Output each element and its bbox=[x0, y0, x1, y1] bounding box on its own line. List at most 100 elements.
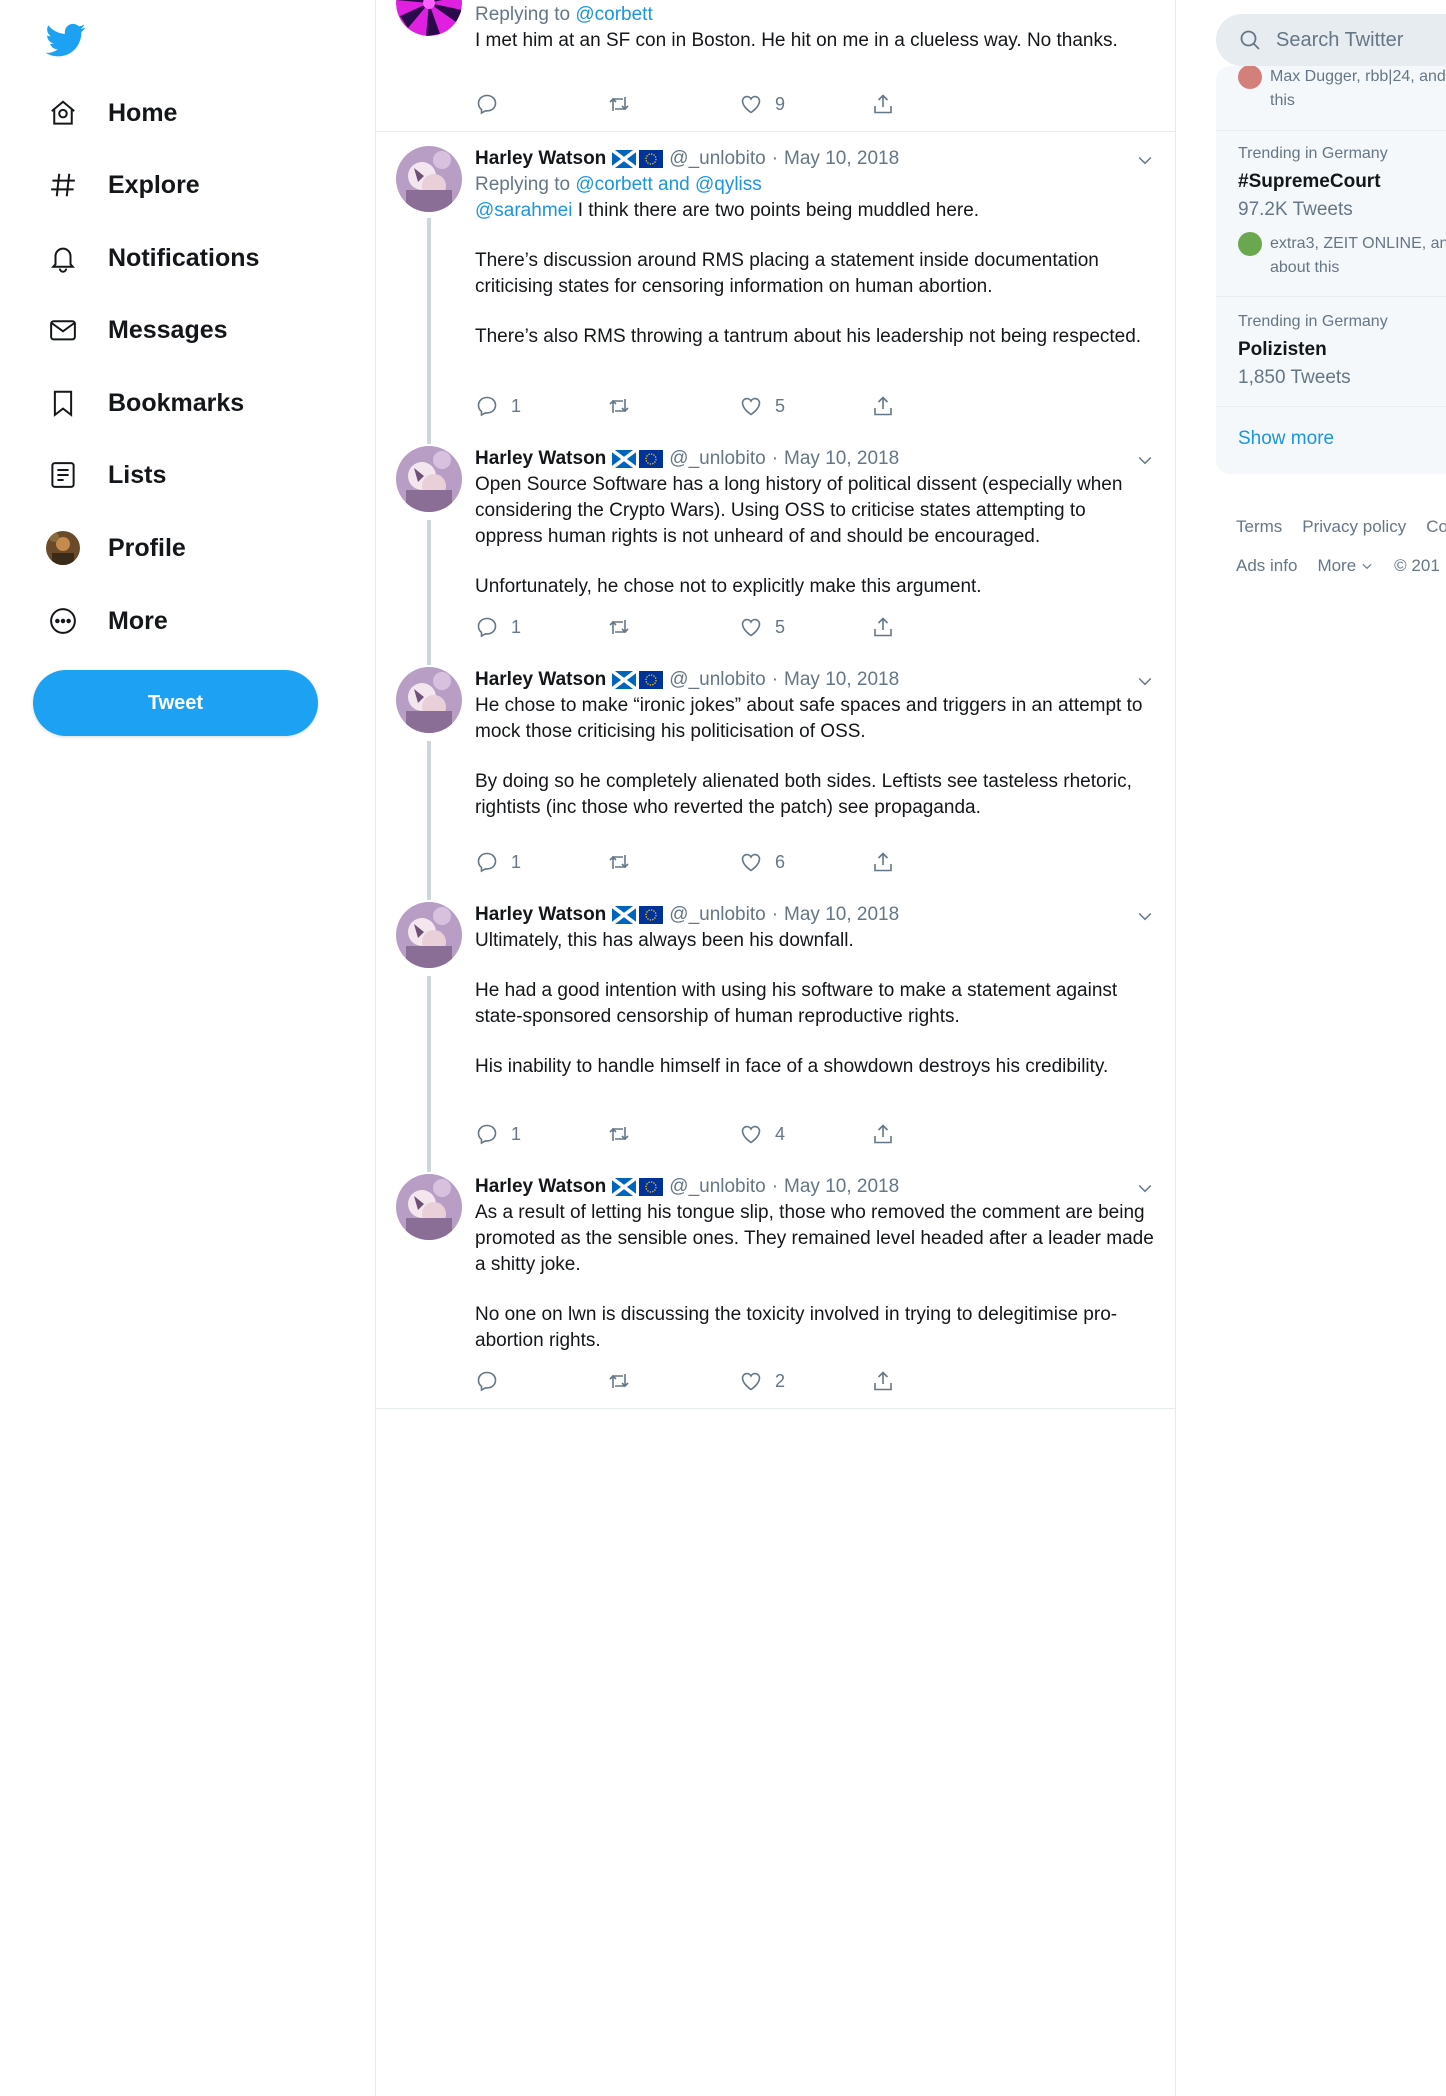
thread-line bbox=[427, 655, 431, 665]
avatar-top[interactable] bbox=[396, 0, 462, 36]
retweet-icon bbox=[609, 620, 629, 634]
tweet-date[interactable]: May 10, 2018 bbox=[784, 902, 899, 928]
nav-messages-label: Messages bbox=[108, 315, 228, 344]
search-icon bbox=[1240, 30, 1260, 50]
user-handle[interactable]: @_unlobito bbox=[669, 446, 765, 472]
display-name[interactable]: Harley Watson bbox=[475, 446, 606, 472]
share-button[interactable] bbox=[871, 847, 1003, 877]
reply-button[interactable] bbox=[475, 89, 607, 119]
tweet-actions: 9 bbox=[475, 89, 1003, 119]
user-handle[interactable]: @_unlobito bbox=[669, 146, 765, 172]
retweet-button[interactable] bbox=[607, 1366, 739, 1396]
search-bar[interactable] bbox=[1216, 14, 1446, 66]
nav-more[interactable]: More bbox=[46, 597, 168, 645]
retweet-button[interactable] bbox=[607, 89, 739, 119]
retweet-button[interactable] bbox=[607, 847, 739, 877]
tweet-date[interactable]: May 10, 2018 bbox=[784, 446, 899, 472]
thread-tweet-1[interactable]: Harley Watson @_unlobito · May 10, 2018 … bbox=[376, 132, 1175, 434]
twitter-bird-icon[interactable] bbox=[45, 20, 88, 60]
nav-bookmarks[interactable]: Bookmarks bbox=[46, 379, 244, 427]
share-button[interactable] bbox=[871, 1366, 1003, 1396]
mention-link[interactable]: @sarahmei bbox=[475, 200, 572, 221]
tweet-button[interactable]: Tweet bbox=[33, 670, 318, 736]
retweet-button[interactable] bbox=[607, 391, 739, 421]
share-icon bbox=[874, 617, 892, 637]
left-navigation: Home Explore Notifications Messages Book… bbox=[0, 0, 376, 2096]
display-name[interactable]: Harley Watson bbox=[475, 1174, 606, 1200]
footer-terms-link[interactable]: Terms bbox=[1236, 517, 1282, 537]
share-icon bbox=[874, 1371, 892, 1391]
thread-tweet-5[interactable]: Harley Watson @_unlobito · May 10, 2018 … bbox=[376, 1162, 1175, 1409]
display-name[interactable]: Harley Watson bbox=[475, 146, 606, 172]
nav-home[interactable]: Home bbox=[46, 89, 177, 137]
tweet-date[interactable]: May 10, 2018 bbox=[784, 1174, 899, 1200]
thread-line bbox=[427, 520, 431, 655]
nav-profile[interactable]: Profile bbox=[46, 524, 186, 572]
mention-link[interactable]: @corbett and @qyliss bbox=[575, 174, 761, 195]
like-count: 9 bbox=[775, 93, 786, 114]
avatar-harley-watson[interactable] bbox=[396, 902, 462, 968]
chevron-down-icon[interactable] bbox=[1135, 450, 1155, 470]
retweet-button[interactable] bbox=[607, 612, 739, 642]
search-input[interactable] bbox=[1276, 28, 1446, 52]
reply-button[interactable]: 1 bbox=[475, 612, 607, 642]
reply-button[interactable]: 1 bbox=[475, 1119, 607, 1149]
share-button[interactable] bbox=[871, 612, 1003, 642]
display-name[interactable]: Harley Watson bbox=[475, 667, 606, 693]
chevron-down-icon[interactable] bbox=[1135, 150, 1155, 170]
share-button[interactable] bbox=[871, 89, 1003, 119]
show-more-link[interactable]: Show more bbox=[1238, 428, 1334, 450]
thread-tweet-3[interactable]: Harley Watson @_unlobito · May 10, 2018 … bbox=[376, 655, 1175, 890]
trend-partial[interactable]: Max Dugger, rbb|24, and this bbox=[1216, 66, 1446, 131]
reply-button[interactable]: 1 bbox=[475, 391, 607, 421]
flag-emojis bbox=[612, 150, 664, 168]
footer-privacy-link[interactable]: Privacy policy bbox=[1302, 517, 1406, 537]
trend-topic: Polizisten bbox=[1238, 339, 1327, 360]
user-handle[interactable]: @_unlobito bbox=[669, 1174, 765, 1200]
trend-polizisten[interactable]: Trending in Germany Polizisten 1,850 Twe… bbox=[1216, 297, 1446, 407]
share-button[interactable] bbox=[871, 1119, 1003, 1149]
thread-tweet-4[interactable]: Harley Watson @_unlobito · May 10, 2018 … bbox=[376, 890, 1175, 1162]
display-name[interactable]: Harley Watson bbox=[475, 902, 606, 928]
trend-supremecourt[interactable]: Trending in Germany #SupremeCourt 97.2K … bbox=[1216, 131, 1446, 297]
tweet-paragraph: Ultimately, this has always been his dow… bbox=[475, 930, 854, 951]
nav-lists[interactable]: Lists bbox=[46, 451, 166, 499]
like-button[interactable]: 5 bbox=[739, 391, 871, 421]
flag-emojis bbox=[612, 906, 664, 924]
reply-button[interactable] bbox=[475, 1366, 607, 1396]
like-button[interactable]: 6 bbox=[739, 847, 871, 877]
user-handle[interactable]: @_unlobito bbox=[669, 667, 765, 693]
footer-more-button[interactable]: More bbox=[1317, 556, 1374, 576]
avatar-harley-watson[interactable] bbox=[396, 1174, 462, 1240]
user-handle[interactable]: @_unlobito bbox=[669, 902, 765, 928]
like-button[interactable]: 4 bbox=[739, 1119, 871, 1149]
bookmark-icon bbox=[46, 386, 80, 420]
nav-notifications[interactable]: Notifications bbox=[46, 234, 259, 282]
like-button[interactable]: 5 bbox=[739, 612, 871, 642]
share-button[interactable] bbox=[871, 391, 1003, 421]
avatar-harley-watson[interactable] bbox=[396, 146, 462, 212]
retweet-button[interactable] bbox=[607, 1119, 739, 1149]
chevron-down-icon[interactable] bbox=[1135, 1178, 1155, 1198]
chevron-down-icon[interactable] bbox=[1135, 671, 1155, 691]
tweet-date[interactable]: May 10, 2018 bbox=[784, 667, 899, 693]
tweet-date[interactable]: May 10, 2018 bbox=[784, 146, 899, 172]
nav-lists-label: Lists bbox=[108, 460, 167, 489]
flag-emojis bbox=[612, 450, 664, 468]
footer-ads-link[interactable]: Ads info bbox=[1236, 556, 1297, 576]
nav-messages[interactable]: Messages bbox=[46, 306, 228, 354]
avatar-harley-watson[interactable] bbox=[396, 446, 462, 512]
avatar-harley-watson[interactable] bbox=[396, 667, 462, 733]
footer-cookies-link[interactable]: Co bbox=[1426, 517, 1446, 537]
chevron-down-icon[interactable] bbox=[1135, 906, 1155, 926]
reply-button[interactable]: 1 bbox=[475, 847, 607, 877]
thread-tweet-2[interactable]: Harley Watson @_unlobito · May 10, 2018 … bbox=[376, 434, 1175, 655]
nav-explore[interactable]: Explore bbox=[46, 161, 200, 209]
like-button[interactable]: 9 bbox=[739, 89, 871, 119]
nav-explore-label: Explore bbox=[108, 170, 200, 199]
like-button[interactable]: 2 bbox=[739, 1366, 871, 1396]
tweet-top[interactable]: Replying to @corbett I met him at an SF … bbox=[376, 0, 1175, 132]
mention-link[interactable]: @corbett bbox=[575, 4, 652, 25]
share-icon bbox=[874, 94, 892, 114]
tweet-header: Harley Watson @_unlobito · May 10, 2018 bbox=[475, 902, 1155, 928]
